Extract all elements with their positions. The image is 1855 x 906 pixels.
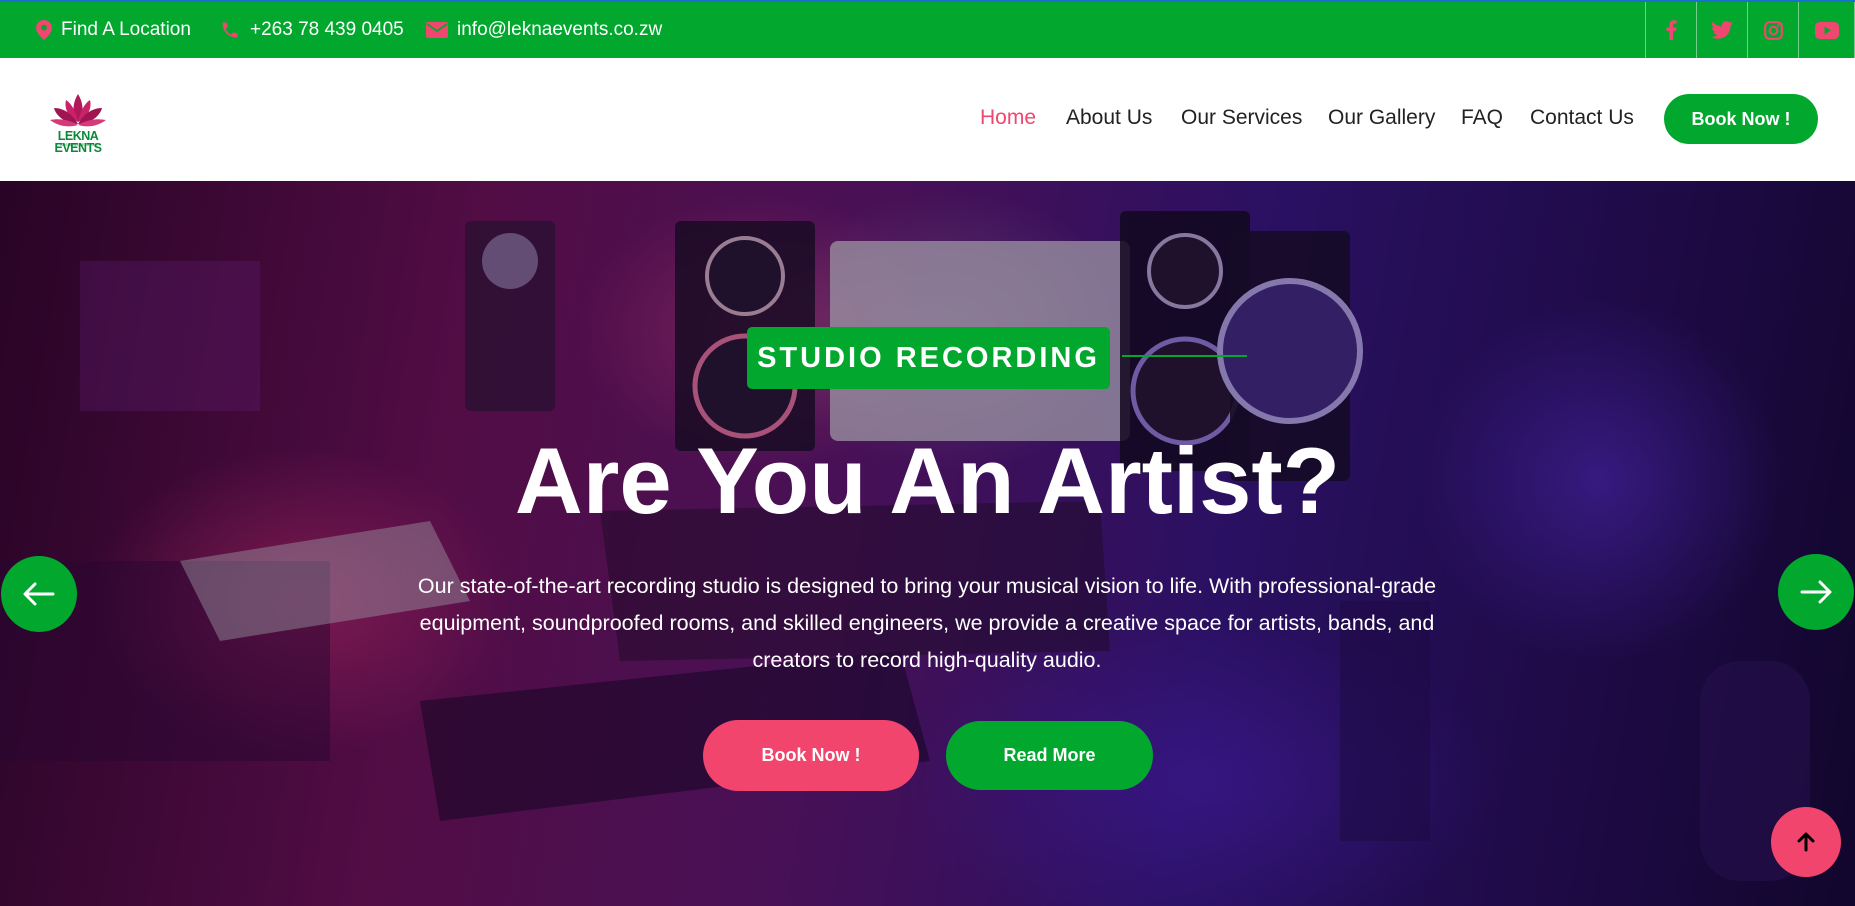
instagram-icon (1763, 20, 1783, 40)
slider-prev-button[interactable] (1, 556, 77, 632)
nav-our-services[interactable]: Our Services (1181, 106, 1302, 130)
social-links (1645, 2, 1855, 58)
arrow-right-icon (1800, 580, 1832, 604)
logo-subtext: BUSINESS SERVICES (60, 143, 98, 147)
phone-link[interactable]: +263 78 439 0405 (219, 2, 404, 58)
nav-our-gallery[interactable]: Our Gallery (1328, 106, 1435, 130)
facebook-link[interactable] (1645, 2, 1696, 58)
hero-book-now-button[interactable]: Book Now ! (703, 720, 919, 791)
mail-icon (426, 22, 448, 38)
nav-faq[interactable]: FAQ (1461, 106, 1503, 130)
email-label: info@leknaevents.co.zw (457, 19, 663, 40)
email-link[interactable]: info@leknaevents.co.zw (426, 2, 662, 58)
arrow-left-icon (23, 582, 55, 606)
top-bar: Find A Location +263 78 439 0405 info@le… (0, 0, 1855, 58)
hero-slider: STUDIO RECORDING Are You An Artist? Our … (0, 181, 1855, 906)
twitter-link[interactable] (1696, 2, 1747, 58)
slider-next-button[interactable] (1778, 554, 1854, 630)
location-label: Find A Location (61, 19, 191, 40)
arrow-up-icon (1797, 832, 1815, 852)
main-nav: LEKNA EVENTS BUSINESS SERVICES Home Abou… (0, 58, 1855, 181)
map-pin-icon (36, 20, 52, 40)
hero-title: Are You An Artist? (514, 428, 1341, 533)
back-to-top-button[interactable] (1771, 807, 1841, 877)
lotus-logo-icon (50, 94, 106, 127)
youtube-icon (1814, 21, 1839, 39)
hero-overlay (0, 181, 1855, 906)
nav-home[interactable]: Home (980, 106, 1036, 130)
hero-tag-label: STUDIO RECORDING (747, 327, 1110, 389)
find-location-link[interactable]: Find A Location (36, 2, 191, 58)
logo-text: LEKNA EVENTS (54, 129, 102, 155)
hero-read-more-button[interactable]: Read More (946, 721, 1153, 790)
facebook-icon (1666, 20, 1677, 40)
youtube-link[interactable] (1798, 2, 1855, 58)
instagram-link[interactable] (1747, 2, 1798, 58)
nav-book-now-button[interactable]: Book Now ! (1664, 94, 1818, 144)
nav-about-us[interactable]: About Us (1066, 106, 1152, 130)
twitter-icon (1711, 21, 1733, 39)
phone-label: +263 78 439 0405 (250, 19, 404, 40)
hero-description: Our state-of-the-art recording studio is… (417, 574, 1437, 672)
logo[interactable]: LEKNA EVENTS BUSINESS SERVICES (38, 88, 118, 155)
nav-contact-us[interactable]: Contact Us (1530, 106, 1634, 130)
tag-divider-line (1122, 355, 1247, 357)
phone-icon (222, 22, 238, 38)
